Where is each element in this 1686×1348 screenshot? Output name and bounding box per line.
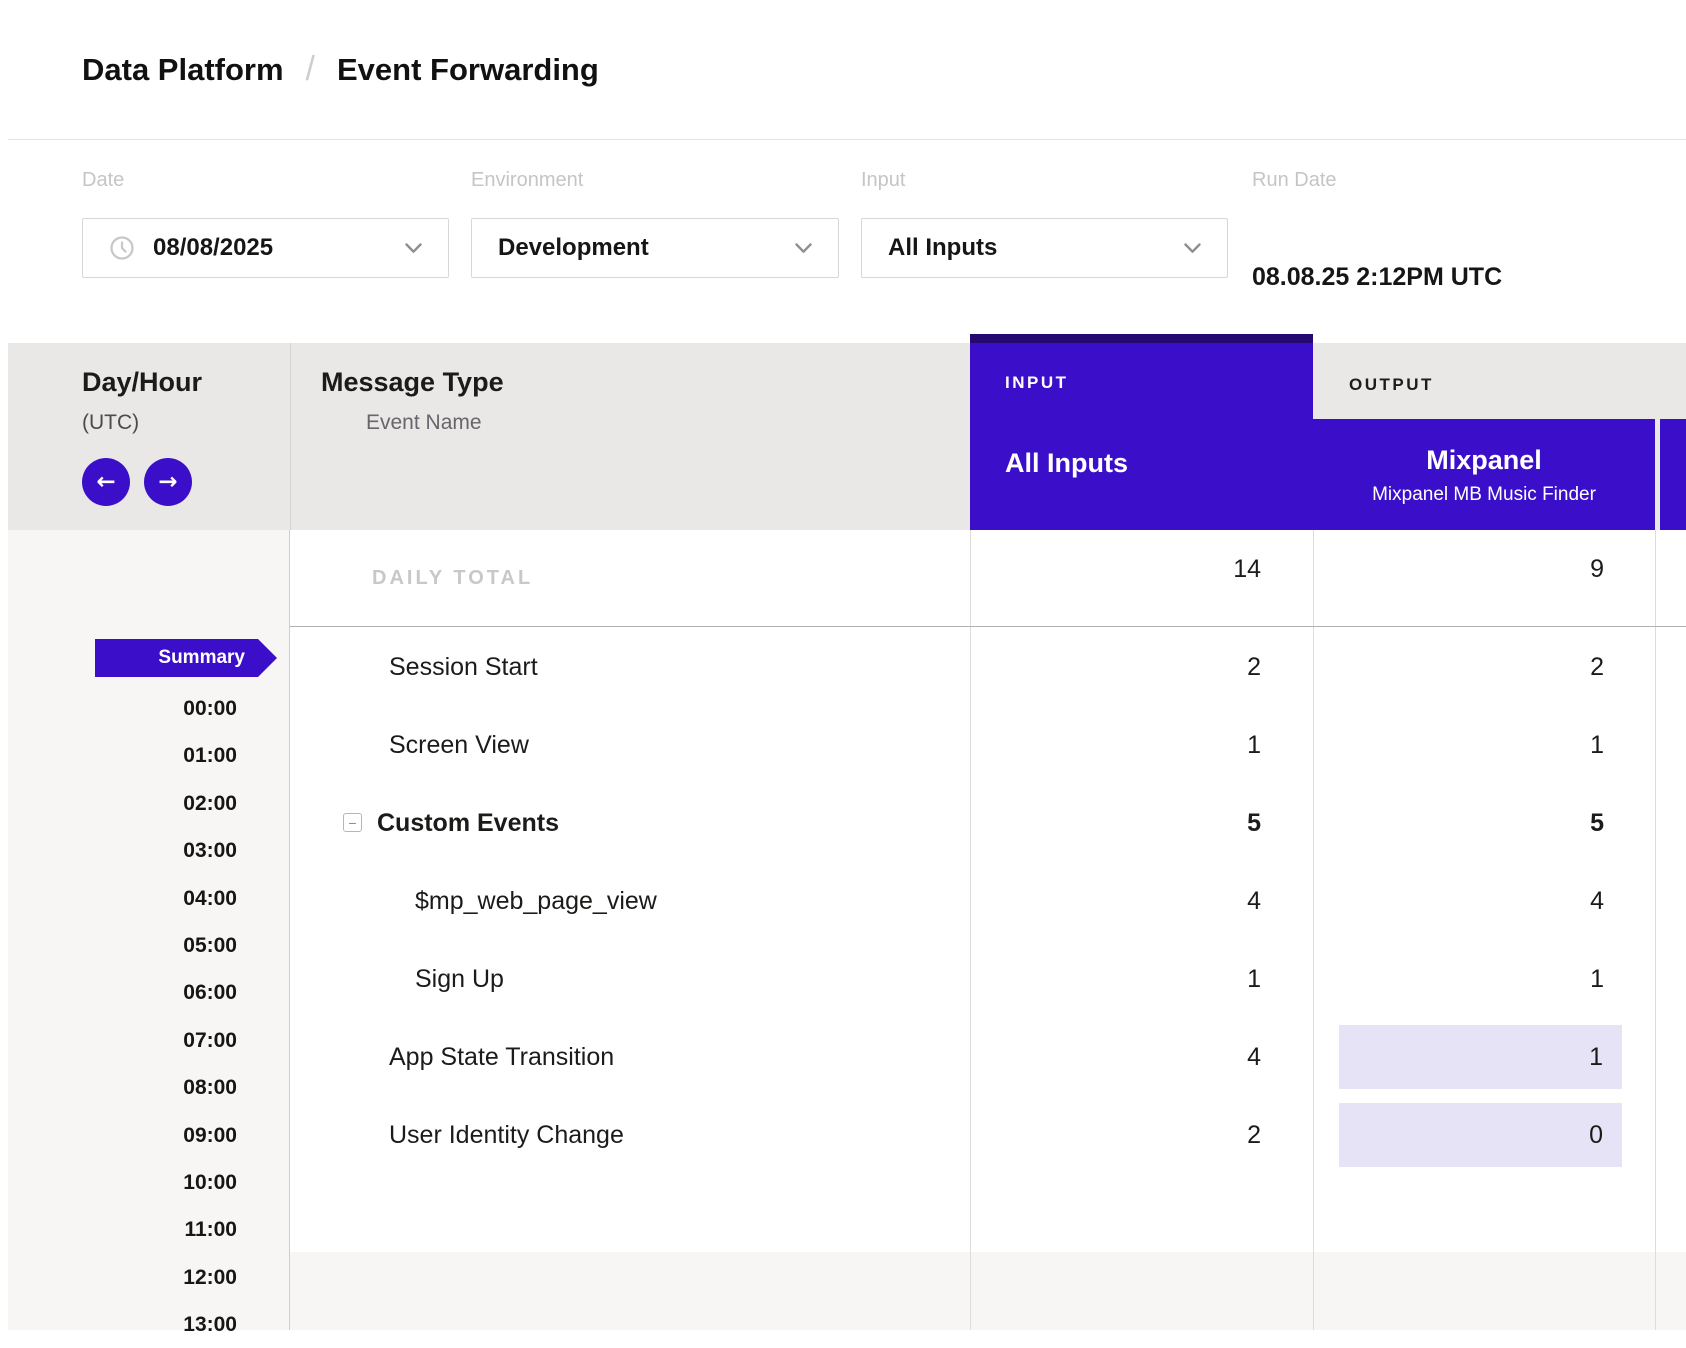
event-name-label: Sign Up: [415, 940, 504, 1018]
daily-total-input-count: 14: [1233, 530, 1261, 608]
table-row: $mp_web_page_view 4 4: [290, 862, 1686, 940]
chevron-down-icon: [795, 243, 812, 254]
hour-slot[interactable]: 02:00: [8, 780, 290, 827]
date-filter-value: 08/08/2025: [153, 234, 273, 262]
table-row: Session Start 2 2: [290, 628, 1686, 706]
minus-box-icon[interactable]: −: [343, 813, 362, 832]
input-column-header[interactable]: INPUT All Inputs: [970, 334, 1313, 530]
environment-filter-label: Environment: [471, 170, 839, 190]
summary-flag[interactable]: Summary: [95, 639, 277, 677]
event-name-label: Screen View: [389, 706, 529, 784]
table-row: − Custom Events 5 5: [290, 784, 1686, 862]
chevron-down-icon: [1184, 243, 1201, 254]
output-count: 2: [1590, 628, 1604, 706]
output-group-label: OUTPUT: [1349, 375, 1434, 395]
day-hour-sidebar: Summary 00:00 01:00 02:00 03:00 04:00 05…: [8, 530, 290, 1330]
highlighted-output-cell[interactable]: 0: [1339, 1103, 1622, 1167]
input-count: 4: [1247, 1018, 1261, 1096]
table-row: App State Transition 4 1: [290, 1018, 1686, 1096]
filter-bar: Date 08/08/2025 Environment Development: [8, 140, 1686, 343]
hour-slot[interactable]: 03:00: [8, 827, 290, 874]
event-name-label: Custom Events: [377, 784, 559, 862]
mixpanel-column-title: Mixpanel: [1313, 445, 1655, 476]
hour-slot[interactable]: 00:00: [8, 685, 290, 732]
table-row: Sign Up 1 1: [290, 940, 1686, 1018]
hour-slot[interactable]: 08:00: [8, 1064, 290, 1111]
hour-slot[interactable]: 10:00: [8, 1159, 290, 1206]
header-column-divider: [290, 343, 291, 530]
input-count: 5: [1247, 784, 1261, 862]
arrow-left-icon: ←: [96, 469, 115, 495]
environment-filter-value: Development: [498, 234, 649, 262]
input-filter-label: Input: [861, 170, 1228, 190]
daily-total-row: DAILY TOTAL 14 9: [290, 530, 1686, 627]
daily-total-output-count: 9: [1590, 530, 1604, 608]
output-count: 1: [1590, 706, 1604, 784]
clock-icon: [109, 235, 135, 261]
date-filter-label: Date: [82, 170, 449, 190]
hour-slot[interactable]: 09:00: [8, 1112, 290, 1159]
event-rows: Session Start 2 2 Screen View 1 1 − Cust…: [290, 628, 1686, 1174]
event-name-label: Session Start: [389, 628, 538, 706]
input-count: 1: [1247, 706, 1261, 784]
input-filter-group: Input All Inputs: [861, 170, 1228, 343]
event-forwarding-table: Day/Hour (UTC) ← → Message Type Event Na…: [8, 343, 1686, 1330]
hour-list: 00:00 01:00 02:00 03:00 04:00 05:00 06:0…: [8, 685, 290, 1348]
breadcrumb-item-event-forwarding: Event Forwarding: [337, 52, 599, 88]
hour-slot[interactable]: 11:00: [8, 1206, 290, 1253]
event-name-label: App State Transition: [389, 1018, 614, 1096]
chevron-down-icon: [405, 243, 422, 254]
mixpanel-column-subtitle: Mixpanel MB Music Finder: [1313, 484, 1655, 506]
environment-filter-group: Environment Development: [471, 170, 839, 343]
date-filter-group: Date 08/08/2025: [82, 170, 449, 343]
partial-output-column-header[interactable]: [1660, 419, 1686, 530]
hour-slot[interactable]: 06:00: [8, 969, 290, 1016]
table-row: User Identity Change 2 0: [290, 1096, 1686, 1174]
output-count: 1: [1590, 940, 1604, 1018]
hour-slot[interactable]: 01:00: [8, 732, 290, 779]
input-group-label: INPUT: [1005, 373, 1069, 393]
run-date-group: Run Date 08.08.25 2:12PM UTC: [1252, 170, 1502, 343]
environment-filter-dropdown[interactable]: Development: [471, 218, 839, 278]
input-count: 1: [1247, 940, 1261, 1018]
input-count: 4: [1247, 862, 1261, 940]
input-filter-value: All Inputs: [888, 234, 997, 262]
event-name-label: User Identity Change: [389, 1096, 624, 1174]
breadcrumb: Data Platform / Event Forwarding: [8, 0, 1686, 140]
table-body: Summary 00:00 01:00 02:00 03:00 04:00 05…: [8, 530, 1686, 1330]
input-count: 2: [1247, 1096, 1261, 1174]
table-header: Day/Hour (UTC) ← → Message Type Event Na…: [8, 343, 1686, 530]
highlighted-output-cell[interactable]: 1: [1339, 1025, 1622, 1089]
hour-slot[interactable]: 07:00: [8, 1017, 290, 1064]
daily-total-label: DAILY TOTAL: [372, 530, 533, 627]
table-row: Screen View 1 1: [290, 706, 1686, 784]
date-filter-dropdown[interactable]: 08/08/2025: [82, 218, 449, 278]
hour-slot[interactable]: 04:00: [8, 875, 290, 922]
breadcrumb-separator-icon: /: [306, 50, 315, 89]
table-footer-strip: [290, 1252, 1686, 1330]
run-date-value: 08.08.25 2:12PM UTC: [1252, 263, 1502, 292]
input-filter-dropdown[interactable]: All Inputs: [861, 218, 1228, 278]
day-hour-header: Day/Hour: [82, 367, 202, 398]
input-count: 2: [1247, 628, 1261, 706]
hour-slot[interactable]: 12:00: [8, 1254, 290, 1301]
mixpanel-column-header[interactable]: Mixpanel Mixpanel MB Music Finder: [1313, 419, 1655, 530]
day-hour-timezone: (UTC): [82, 411, 139, 435]
output-count: 5: [1590, 784, 1604, 862]
arrow-right-icon: →: [158, 469, 177, 495]
event-name-subheader: Event Name: [366, 411, 482, 435]
event-name-label: $mp_web_page_view: [415, 862, 657, 940]
next-day-button[interactable]: →: [144, 458, 192, 506]
previous-day-button[interactable]: ←: [82, 458, 130, 506]
hour-slot[interactable]: 05:00: [8, 922, 290, 969]
input-column-title: All Inputs: [1005, 448, 1128, 479]
message-type-header: Message Type: [321, 367, 504, 398]
output-count: 4: [1590, 862, 1604, 940]
hour-slot[interactable]: 13:00: [8, 1301, 290, 1348]
run-date-label: Run Date: [1252, 170, 1502, 190]
event-forwarding-page: Data Platform / Event Forwarding Date 08…: [0, 0, 1686, 1330]
breadcrumb-item-data-platform[interactable]: Data Platform: [82, 52, 284, 88]
